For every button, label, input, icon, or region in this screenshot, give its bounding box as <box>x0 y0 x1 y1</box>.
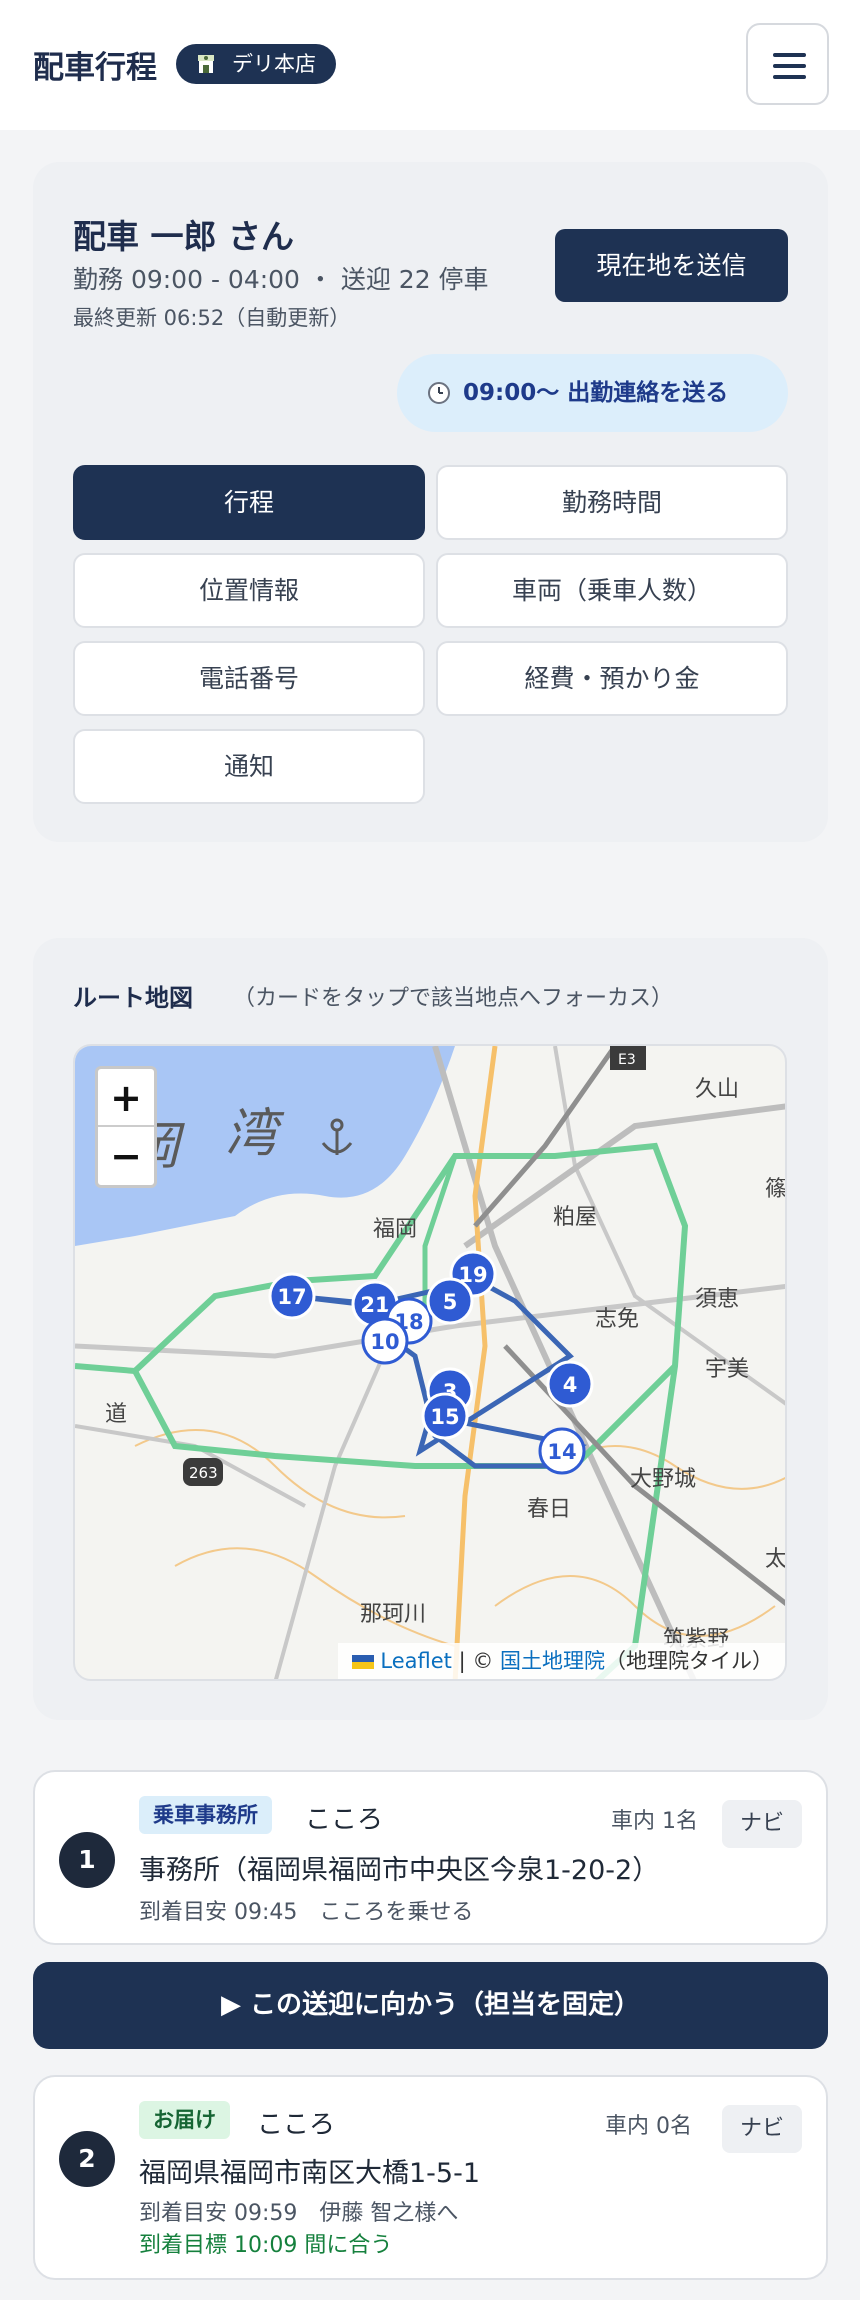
stop-address: 事務所（福岡県福岡市中央区今泉1-20-2） <box>139 1855 660 1886</box>
stop-arrival-target: 到着目標 10:09 間に合う <box>139 2233 393 2258</box>
svg-text:4: 4 <box>563 1373 578 1397</box>
store-icon <box>198 55 214 73</box>
store-badge: デリ本店 <box>176 44 336 84</box>
tab-expenses[interactable]: 経費・預かり金 <box>436 641 788 716</box>
map-label-kasuya: 粕屋 <box>553 1205 597 1230</box>
navi-button[interactable]: ナビ <box>722 2105 802 2153</box>
map-label-hisayama: 久山 <box>695 1077 739 1102</box>
tab-itinerary[interactable]: 行程 <box>73 465 425 540</box>
route-markers: 17 21 18 10 19 5 3 15 4 14 <box>268 1250 594 1475</box>
tab-vehicle[interactable]: 車両（乗車人数） <box>436 553 788 628</box>
contour-line <box>174 1547 456 1647</box>
ukraine-flag-icon <box>352 1655 375 1669</box>
stop-customer-name: こころ <box>257 2110 336 2140</box>
map-marker-15[interactable]: 15 <box>421 1392 469 1440</box>
clock-in-label: 09:00〜 出勤連絡を送る <box>463 380 729 406</box>
svg-text:14: 14 <box>547 1440 576 1464</box>
map-label-sue: 須恵 <box>695 1287 739 1312</box>
route-shield-e3-label: E3 <box>618 1052 636 1068</box>
route-map[interactable]: 湾 岡 福岡 粕屋 志免 須恵 宇美 大野城 春日 那珂川 筑紫野 久山 篠 太… <box>73 1044 787 1681</box>
tab-notifications[interactable]: 通知 <box>73 729 425 804</box>
stop-card[interactable]: 2 お届け こころ 車内 0名 ナビ 福岡県福岡市南区大橋1-5-1 到着目安 … <box>33 2075 828 2280</box>
shift-info: 勤務 09:00 - 04:00 ・ 送迎 22 停車 <box>73 265 489 294</box>
svg-text:5: 5 <box>443 1290 458 1314</box>
clock-icon <box>428 382 450 404</box>
map-label-nakagawa: 那珂川 <box>360 1602 426 1627</box>
route-shield-263-label: 263 <box>189 1464 218 1482</box>
stop-type-badge: お届け <box>139 2101 230 2139</box>
road <box>463 1103 785 1249</box>
passenger-count: 車内 0名 <box>605 2114 692 2139</box>
zoom-control: + − <box>95 1066 157 1188</box>
map-label-kasuga: 春日 <box>527 1497 571 1522</box>
navi-button[interactable]: ナビ <box>722 1800 802 1848</box>
map-label-dazaifu: 太 <box>765 1547 787 1572</box>
last-updated: 最終更新 06:52（自動更新） <box>73 306 351 330</box>
stop-eta: 到着目安 09:59 伊藤 智之様へ <box>139 2201 459 2226</box>
svg-text:17: 17 <box>277 1285 306 1309</box>
map-attribution: Leaflet | © 国土地理院（地理院タイル） <box>338 1643 785 1679</box>
map-label-shime: 志免 <box>595 1307 639 1332</box>
zoom-out-button[interactable]: − <box>98 1127 154 1185</box>
map-canvas[interactable]: 湾 岡 福岡 粕屋 志免 須恵 宇美 大野城 春日 那珂川 筑紫野 久山 篠 太… <box>75 1046 787 1681</box>
attribution-separator: | © <box>451 1649 500 1673</box>
map-label-umi: 宇美 <box>705 1357 749 1382</box>
passenger-count: 車内 1名 <box>611 1809 698 1834</box>
stop-number: 2 <box>59 2131 115 2187</box>
map-marker-10[interactable]: 10 <box>361 1317 409 1365</box>
map-label-fukuoka: 福岡 <box>373 1217 417 1242</box>
stop-number: 1 <box>59 1832 115 1888</box>
stop-type-badge: 乗車事務所 <box>139 1796 272 1834</box>
svg-text:21: 21 <box>360 1293 389 1317</box>
zoom-in-button[interactable]: + <box>98 1069 154 1127</box>
stop-customer-name: こころ <box>305 1805 384 1835</box>
page-title: 配車行程 <box>33 50 157 86</box>
map-marker-5[interactable]: 5 <box>426 1277 474 1325</box>
highway <box>473 1046 618 1228</box>
route-map-card: ルート地図 （カードをタップで該当地点へフォーカス） 湾 福岡 粕屋 志免 須恵… <box>33 938 828 1720</box>
hamburger-menu-button[interactable] <box>746 23 829 105</box>
send-location-button[interactable]: 現在地を送信 <box>555 229 788 302</box>
svg-text:15: 15 <box>430 1405 459 1429</box>
store-name: デリ本店 <box>232 52 316 76</box>
start-pickup-button[interactable]: ▶ この送迎に向かう（担当を固定） <box>33 1962 828 2049</box>
hamburger-icon <box>773 53 806 57</box>
map-hint: （カードをタップで該当地点へフォーカス） <box>233 986 674 1011</box>
map-marker-17[interactable]: 17 <box>268 1272 316 1320</box>
stop-address: 福岡県福岡市南区大橋1-5-1 <box>139 2158 481 2189</box>
gsi-link[interactable]: 国土地理院 <box>500 1649 605 1673</box>
stop-card[interactable]: 1 乗車事務所 こころ 車内 1名 ナビ 事務所（福岡県福岡市中央区今泉1-20… <box>33 1770 828 1945</box>
tab-work-hours[interactable]: 勤務時間 <box>436 465 788 540</box>
leaflet-link[interactable]: Leaflet <box>380 1649 452 1673</box>
map-label-sasaguri: 篠 <box>765 1177 787 1202</box>
clock-in-button[interactable]: 09:00〜 出勤連絡を送る <box>397 354 788 432</box>
map-label-bay: 湾 <box>225 1104 285 1164</box>
driver-profile-card: 配車 一郎 さん 勤務 09:00 - 04:00 ・ 送迎 22 停車 最終更… <box>33 162 828 842</box>
map-label-onojo: 大野城 <box>630 1467 696 1492</box>
driver-name: 配車 一郎 さん <box>73 217 294 256</box>
expressway <box>132 1363 678 1469</box>
attribution-tiles: （地理院タイル） <box>605 1649 773 1673</box>
map-marker-4[interactable]: 4 <box>546 1360 594 1408</box>
stop-eta: 到着目安 09:45 こころを乗せる <box>139 1900 474 1925</box>
map-label-michi: 道 <box>105 1402 127 1427</box>
top-bar: 配車行程 デリ本店 <box>0 0 860 130</box>
svg-text:10: 10 <box>370 1330 399 1354</box>
tab-phone[interactable]: 電話番号 <box>73 641 425 716</box>
map-title: ルート地図 <box>73 984 193 1012</box>
map-marker-14[interactable]: 14 <box>538 1427 586 1475</box>
tab-location[interactable]: 位置情報 <box>73 553 425 628</box>
